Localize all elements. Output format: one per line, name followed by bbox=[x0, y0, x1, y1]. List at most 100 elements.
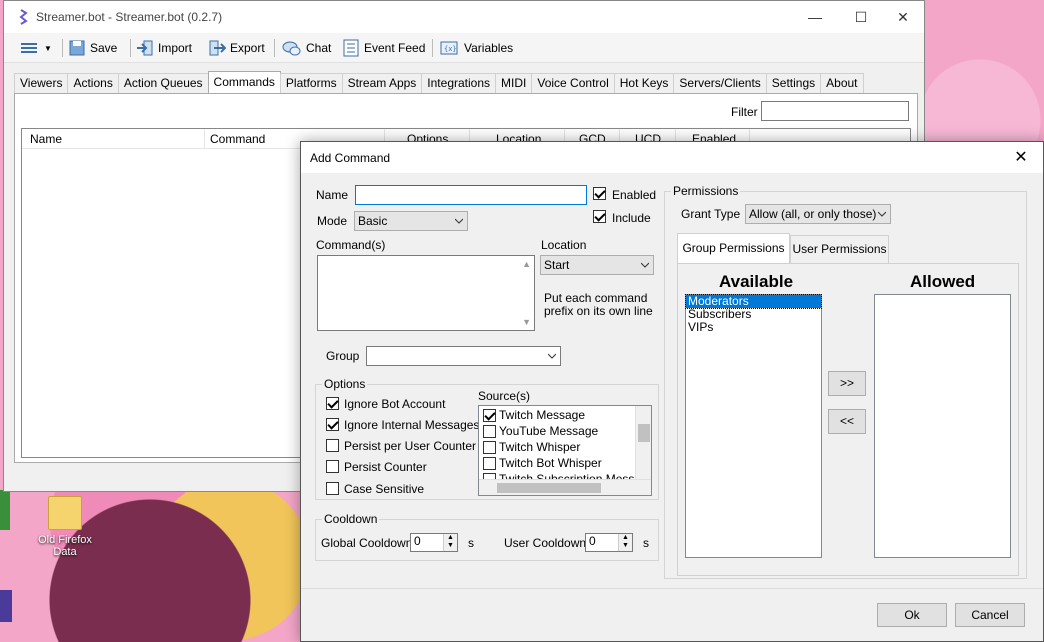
tab-stream-apps[interactable]: Stream Apps bbox=[341, 73, 423, 93]
group-label: Group bbox=[326, 349, 360, 363]
tab-platforms[interactable]: Platforms bbox=[279, 73, 343, 93]
source-checkbox[interactable] bbox=[483, 441, 496, 454]
tab-commands[interactable]: Commands bbox=[207, 71, 281, 93]
cancel-button[interactable]: Cancel bbox=[955, 603, 1025, 627]
column-header-command[interactable]: Command bbox=[210, 132, 265, 146]
user-cooldown-input[interactable]: 0 ▲ ▼ bbox=[585, 533, 633, 552]
grant-type-value: Allow (all, or only those) bbox=[749, 207, 877, 221]
scrollbar-thumb[interactable] bbox=[497, 483, 601, 493]
source-label: Twitch Whisper bbox=[499, 440, 581, 454]
minimize-button[interactable]: — bbox=[792, 1, 838, 33]
filter-input[interactable] bbox=[761, 101, 909, 121]
variables-icon: {x} bbox=[440, 41, 458, 55]
vertical-scrollbar[interactable] bbox=[635, 406, 651, 479]
desktop-icon-old-firefox-data[interactable]: Old Firefox Data bbox=[30, 496, 100, 558]
spin-buttons[interactable]: ▲ ▼ bbox=[618, 534, 632, 551]
sources-list[interactable]: Twitch Message YouTube Message Twitch Wh… bbox=[478, 405, 652, 496]
source-checkbox[interactable] bbox=[483, 457, 496, 470]
import-icon bbox=[137, 40, 153, 56]
source-label: YouTube Message bbox=[499, 424, 599, 438]
scroll-up-icon[interactable]: ▲ bbox=[522, 259, 531, 269]
tab-midi[interactable]: MIDI bbox=[495, 73, 533, 93]
scroll-down-icon[interactable]: ▼ bbox=[522, 317, 531, 327]
ignore-bot-account-label: Ignore Bot Account bbox=[344, 397, 446, 411]
chat-icon bbox=[282, 41, 301, 56]
source-checkbox[interactable] bbox=[483, 425, 496, 438]
scrollbar-thumb[interactable] bbox=[638, 424, 650, 442]
tab-actions[interactable]: Actions bbox=[67, 73, 119, 93]
source-label: Twitch Message bbox=[499, 408, 586, 422]
persist-per-user-counter-checkbox[interactable] bbox=[326, 439, 339, 452]
mode-value: Basic bbox=[358, 214, 388, 228]
desktop-icon-partial[interactable] bbox=[0, 590, 12, 622]
tab-settings[interactable]: Settings bbox=[765, 73, 822, 93]
source-checkbox[interactable] bbox=[483, 409, 496, 422]
include-label: Include bbox=[612, 211, 651, 225]
event-feed-button[interactable]: Event Feed bbox=[342, 37, 425, 59]
add-permission-button[interactable]: >> bbox=[828, 371, 866, 396]
close-button[interactable]: ✕ bbox=[880, 1, 926, 33]
desktop-icon-partial[interactable] bbox=[0, 490, 10, 530]
toolbar-separator bbox=[62, 39, 63, 57]
import-button[interactable]: Import bbox=[136, 37, 192, 59]
variables-button[interactable]: {x} Variables bbox=[438, 37, 513, 59]
streamerbot-logo-icon bbox=[19, 9, 28, 25]
user-cooldown-unit: s bbox=[643, 536, 649, 550]
case-sensitive-checkbox[interactable] bbox=[326, 482, 339, 495]
enabled-checkbox[interactable] bbox=[593, 187, 606, 200]
window-title: Streamer.bot - Streamer.bot (0.2.7) bbox=[36, 10, 223, 24]
available-heading: Available bbox=[719, 272, 794, 291]
cooldown-title: Cooldown bbox=[322, 512, 380, 526]
ignore-internal-messages-checkbox[interactable] bbox=[326, 418, 339, 431]
desktop-icon-label: Old Firefox Data bbox=[38, 534, 92, 558]
dialog-title-bar[interactable]: Add Command ✕ bbox=[301, 142, 1043, 173]
list-item[interactable]: VIPs bbox=[686, 321, 821, 334]
tab-voice-control[interactable]: Voice Control bbox=[531, 73, 615, 93]
column-divider[interactable] bbox=[204, 129, 205, 149]
include-checkbox[interactable] bbox=[593, 210, 606, 223]
available-list[interactable]: Moderators Subscribers VIPs bbox=[685, 294, 822, 558]
column-header-name[interactable]: Name bbox=[30, 132, 62, 146]
chat-button[interactable]: Chat bbox=[280, 37, 331, 59]
global-cooldown-input[interactable]: 0 ▲ ▼ bbox=[410, 533, 458, 552]
title-bar[interactable]: Streamer.bot - Streamer.bot (0.2.7) — ☐ … bbox=[4, 1, 924, 33]
spin-buttons[interactable]: ▲ ▼ bbox=[443, 534, 457, 551]
save-button[interactable]: Save bbox=[68, 37, 117, 59]
persist-counter-checkbox[interactable] bbox=[326, 460, 339, 473]
tab-hot-keys[interactable]: Hot Keys bbox=[613, 73, 675, 93]
remove-permission-button[interactable]: << bbox=[828, 409, 866, 434]
allowed-list[interactable] bbox=[874, 294, 1011, 558]
name-input[interactable] bbox=[355, 185, 587, 205]
tab-servers-clients[interactable]: Servers/Clients bbox=[673, 73, 767, 93]
maximize-button[interactable]: ☐ bbox=[838, 1, 884, 33]
ok-button[interactable]: Ok bbox=[877, 603, 947, 627]
tab-group-permissions[interactable]: Group Permissions bbox=[677, 233, 790, 264]
global-cooldown-label: Global Cooldown bbox=[321, 536, 413, 550]
dialog-title: Add Command bbox=[310, 151, 391, 165]
menu-icon bbox=[21, 43, 37, 53]
horizontal-scrollbar[interactable] bbox=[479, 479, 651, 495]
commands-textarea[interactable]: ▲ ▼ bbox=[317, 255, 535, 331]
tab-about[interactable]: About bbox=[820, 73, 864, 93]
user-cooldown-label: User Cooldown bbox=[504, 536, 587, 550]
mode-select[interactable]: Basic bbox=[354, 211, 468, 231]
grant-type-select[interactable]: Allow (all, or only those) bbox=[745, 204, 891, 224]
tab-action-queues[interactable]: Action Queues bbox=[117, 73, 209, 93]
tab-user-permissions[interactable]: User Permissions bbox=[790, 235, 889, 264]
persist-per-user-counter-label: Persist per User Counter bbox=[344, 439, 477, 453]
ignore-bot-account-checkbox[interactable] bbox=[326, 397, 339, 410]
export-button[interactable]: Export bbox=[208, 37, 265, 59]
persist-counter-label: Persist Counter bbox=[344, 460, 427, 474]
dialog-close-button[interactable]: ✕ bbox=[999, 142, 1043, 173]
toolbar: ▼ Save Import Export Chat Event Feed {x}… bbox=[4, 33, 924, 63]
sources-label: Source(s) bbox=[478, 389, 531, 403]
save-label: Save bbox=[90, 41, 118, 55]
menu-dropdown-button[interactable]: ▼ bbox=[18, 37, 52, 59]
location-select[interactable]: Start bbox=[540, 255, 654, 275]
tab-integrations[interactable]: Integrations bbox=[421, 73, 497, 93]
toolbar-separator bbox=[130, 39, 131, 57]
group-select[interactable] bbox=[366, 346, 561, 366]
chevron-down-icon bbox=[548, 353, 556, 359]
tab-viewers[interactable]: Viewers bbox=[14, 73, 69, 93]
import-label: Import bbox=[158, 41, 193, 55]
